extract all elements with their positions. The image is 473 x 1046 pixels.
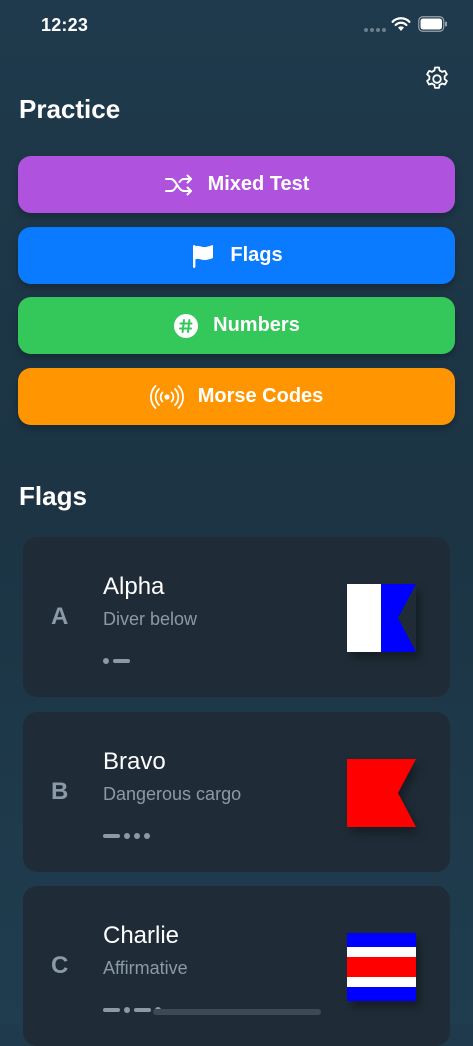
flag-name: Alpha — [103, 573, 165, 600]
home-indicator[interactable] — [153, 1009, 321, 1015]
flag-meaning: Affirmative — [103, 958, 188, 978]
mixed-test-button[interactable]: Mixed Test — [18, 156, 455, 213]
status-time: 12:23 — [41, 15, 89, 35]
morse-code — [103, 832, 150, 840]
numbers-button[interactable]: Numbers — [18, 297, 455, 354]
flag-icon — [190, 243, 216, 269]
flag-letter: A — [51, 603, 69, 630]
mixed-test-label: Mixed Test — [207, 173, 310, 195]
morse-dash — [103, 1008, 120, 1012]
flag-meaning: Diver below — [103, 609, 198, 629]
morse-dash — [103, 834, 120, 838]
battery-icon — [418, 16, 447, 32]
flag-charlie-image — [347, 933, 416, 1001]
flags-label: Flags — [230, 244, 283, 266]
flag-alpha-image — [347, 584, 416, 652]
flag-name: Bravo — [103, 748, 166, 775]
morse-dot — [134, 833, 140, 839]
broadcast-icon — [149, 384, 184, 409]
morse-dot — [103, 658, 109, 664]
morse-codes-button[interactable]: Morse Codes — [18, 368, 455, 425]
signal-icon — [364, 28, 386, 32]
morse-code — [103, 657, 130, 665]
flags-button[interactable]: Flags — [18, 227, 455, 284]
flag-card-alpha[interactable]: A Alpha Diver below — [23, 537, 450, 697]
numbers-label: Numbers — [213, 314, 300, 336]
status-bar: 12:23 — [0, 0, 473, 52]
gear-icon — [426, 66, 448, 89]
flag-letter: C — [51, 952, 69, 979]
flag-letter: B — [51, 778, 69, 805]
morse-dot — [144, 833, 150, 839]
morse-dash — [113, 659, 130, 663]
settings-button[interactable] — [420, 62, 454, 96]
shuffle-icon — [164, 174, 194, 196]
flag-card-bravo[interactable]: B Bravo Dangerous cargo — [23, 712, 450, 872]
wifi-icon — [391, 17, 411, 31]
morse-dot — [124, 833, 130, 839]
morse-dash — [134, 1008, 151, 1012]
morse-codes-label: Morse Codes — [197, 385, 324, 407]
flag-name: Charlie — [103, 922, 180, 949]
number-icon — [173, 313, 199, 339]
flag-bravo-image — [347, 759, 416, 827]
flag-meaning: Dangerous cargo — [103, 784, 242, 804]
practice-section-title: Practice — [19, 94, 121, 124]
morse-dot — [124, 1007, 130, 1013]
flag-card-charlie[interactable]: C Charlie Affirmative — [23, 886, 450, 1046]
flags-section-title: Flags — [19, 481, 87, 511]
